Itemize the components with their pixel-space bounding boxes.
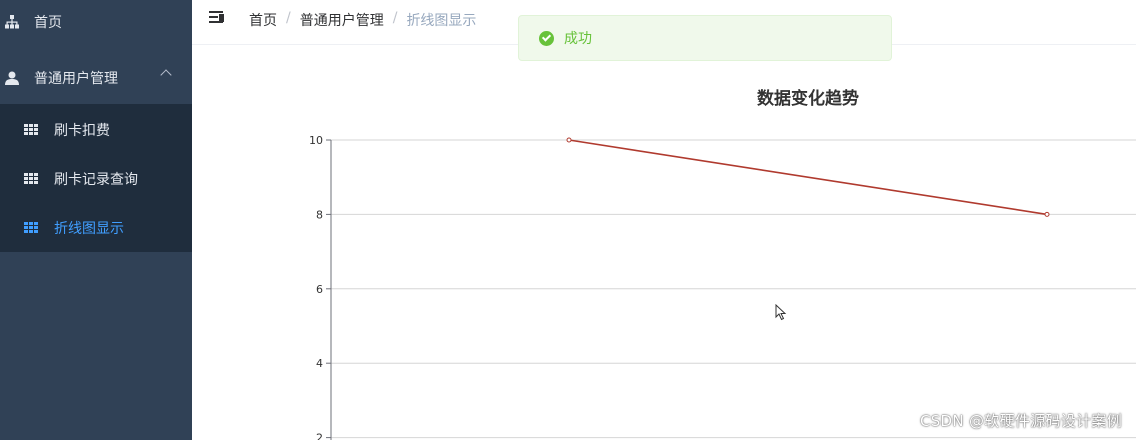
y-tick-label: 10	[309, 134, 323, 147]
breadcrumb-separator: /	[392, 10, 398, 26]
sidebar-item-line-chart[interactable]: 折线图显示	[0, 204, 192, 252]
hamburger-icon[interactable]	[209, 11, 225, 25]
data-point[interactable]	[1044, 211, 1050, 217]
data-point[interactable]	[566, 137, 572, 143]
sitemap-icon	[4, 14, 20, 30]
breadcrumb-separator: /	[286, 10, 291, 26]
breadcrumb-item-user-management[interactable]: 普通用户管理	[300, 10, 384, 30]
sidebar-group-user-management[interactable]: 普通用户管理	[0, 54, 192, 102]
sidebar-item-card-records[interactable]: 刷卡记录查询	[0, 155, 192, 203]
user-icon	[4, 70, 20, 86]
sidebar-group-label: 普通用户管理	[34, 71, 118, 87]
sidebar: 首页 普通用户管理 刷卡扣费 刷卡记录查询 折线图显示	[0, 0, 192, 440]
table-icon	[24, 173, 38, 185]
y-tick-label: 4	[316, 357, 323, 370]
sidebar-item-label: 刷卡记录查询	[54, 172, 138, 188]
line-chart: 10 8 6 4 2	[309, 134, 1136, 440]
sidebar-submenu: 刷卡扣费 刷卡记录查询 折线图显示	[0, 104, 192, 252]
sidebar-item-home-label: 首页	[34, 15, 62, 31]
y-tick-label: 8	[316, 208, 323, 221]
table-icon	[24, 222, 38, 234]
sidebar-item-card-charge[interactable]: 刷卡扣费	[0, 106, 192, 154]
breadcrumb-item-current: 折线图显示	[406, 13, 477, 29]
success-message: 成功	[518, 15, 892, 61]
check-circle-icon	[539, 30, 554, 46]
mouse-cursor-icon	[775, 304, 787, 321]
app-root: 首页 普通用户管理 刷卡扣费 刷卡记录查询 折线图显示 首页 / 普通用户管理 …	[0, 0, 1136, 440]
table-icon	[24, 124, 38, 136]
sidebar-item-home[interactable]: 首页	[0, 0, 192, 44]
breadcrumb: 首页 / 普通用户管理 / 折线图显示	[249, 10, 476, 30]
y-tick-label: 2	[316, 432, 323, 440]
watermark: CSDN @软硬件源码设计案例	[919, 412, 1122, 430]
sidebar-item-label: 刷卡扣费	[54, 123, 110, 139]
chevron-up-icon	[160, 69, 172, 81]
sidebar-item-label: 折线图显示	[54, 221, 124, 237]
success-message-text: 成功	[564, 31, 592, 47]
series-line	[568, 139, 1048, 216]
breadcrumb-item-home[interactable]: 首页	[249, 10, 277, 30]
y-tick-label: 6	[316, 283, 323, 296]
